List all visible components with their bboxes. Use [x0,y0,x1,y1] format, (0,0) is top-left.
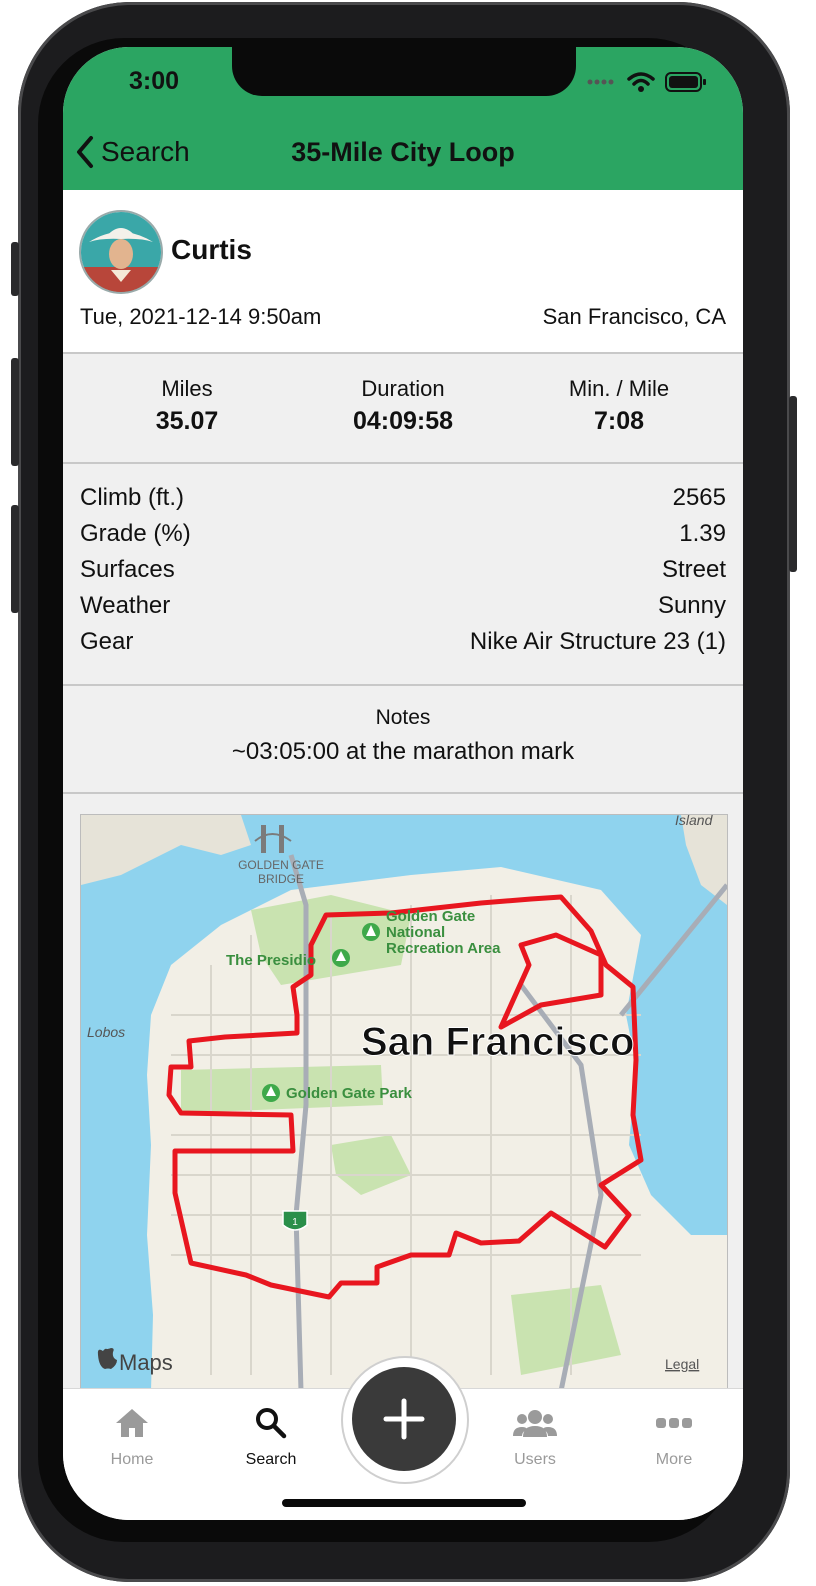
tab-label: More [655,1451,693,1468]
detail-label: Climb (ft.) [80,484,184,511]
highway-number: 1 [292,1217,298,1228]
tab-more[interactable]: More [619,1403,729,1469]
stat-value: 35.07 [155,407,219,435]
activity-header: Curtis Tue, 2021-12-14 9:50am San Franci… [63,190,743,354]
mute-switch [11,242,19,296]
volume-down-button [11,505,19,613]
detail-label: Gear [80,628,134,655]
wifi-icon [627,72,655,92]
map-label-presidio: The Presidio [226,952,316,969]
map-label-ggnra-1: Golden Gate [386,908,475,925]
plus-icon [383,1398,425,1440]
map-label-island: Island [675,815,714,828]
stat-label: Miles [161,376,213,401]
stat-pace: Min. / Mile 7:08 [519,376,719,436]
detail-row-grade: Grade (%) 1.39 [80,520,726,556]
activity-location: San Francisco, CA [542,304,726,329]
search-icon [256,1408,287,1439]
detail-label: Weather [80,592,171,619]
details-list: Climb (ft.) 2565 Grade (%) 1.39 Surfaces… [63,464,743,686]
signal-icon [587,79,614,85]
stat-value: 04:09:58 [352,407,454,435]
highway-1-shield-icon: 1 [282,1210,308,1231]
map-canvas: GOLDEN GATE BRIDGE The Presidio Golden G… [81,815,727,1391]
home-indicator [282,1499,526,1507]
map-label-ggnra-3: Recreation Area [386,940,501,957]
map-label-ggpark: Golden Gate Park [286,1085,413,1102]
bridge-label: GOLDEN GATE [238,858,324,872]
notes-section: Notes ~03:05:00 at the marathon mark [63,686,743,794]
tab-search[interactable]: Search [216,1403,326,1469]
detail-row-weather: Weather Sunny [80,592,726,628]
notes-label: Notes [375,706,431,729]
stat-label: Min. / Mile [568,376,670,401]
park-icon [332,949,350,967]
tab-label: Users [514,1451,556,1468]
tab-home[interactable]: Home [77,1403,187,1469]
stat-miles: Miles 35.07 [87,376,287,436]
map-city-label: San Francisco [361,1020,634,1064]
more-icon [656,1418,692,1428]
stat-value: 7:08 [593,407,645,435]
detail-row-surfaces: Surfaces Street [80,556,726,592]
detail-value: Sunny [657,592,726,619]
status-icons [587,71,707,93]
detail-value: 2565 [672,484,726,511]
detail-row-climb: Climb (ft.) 2565 [80,484,726,520]
bridge-label-2: BRIDGE [258,872,304,886]
map-label-lobos: Lobos [87,1024,125,1040]
detail-row-gear: Gear Nike Air Structure 23 (1) [80,628,726,664]
detail-value: 1.39 [679,520,726,547]
park-icon [262,1084,280,1102]
avatar-image [81,212,161,292]
notch [232,47,576,96]
home-icon [116,1409,148,1437]
battery-icon [665,72,706,92]
page-title: 35-Mile City Loop [291,137,515,167]
route-map[interactable]: GOLDEN GATE BRIDGE The Presidio Golden G… [80,814,728,1392]
detail-label: Grade (%) [80,520,191,547]
notes-text: ~03:05:00 at the marathon mark [231,738,575,765]
add-activity-button[interactable] [352,1367,456,1471]
stat-duration: Duration 04:09:58 [303,376,503,436]
tab-label: Home [110,1451,154,1468]
attribution-text: Maps [119,1350,173,1375]
screen: 3:00 Search 35-Mile City Loop Curtis Tue… [63,47,743,1520]
detail-label: Surfaces [80,556,175,583]
map-legal-link[interactable]: Legal [665,1356,699,1372]
summary-stats: Miles 35.07 Duration 04:09:58 Min. / Mil… [63,354,743,464]
volume-up-button [11,358,19,466]
power-button [789,396,797,572]
stat-label: Duration [361,376,445,401]
nav-header: 3:00 Search 35-Mile City Loop [63,47,743,190]
detail-value: Street [661,556,726,583]
tree-icon [362,923,380,941]
map-label-ggnra-2: National [386,924,445,941]
users-icon [513,1410,557,1437]
avatar[interactable] [79,210,163,294]
user-name[interactable]: Curtis [171,234,252,266]
status-time: 3:00 [129,67,180,95]
activity-datetime: Tue, 2021-12-14 9:50am [80,304,322,329]
tab-users[interactable]: Users [480,1403,590,1469]
map-section: GOLDEN GATE BRIDGE The Presidio Golden G… [63,794,743,1392]
detail-value: Nike Air Structure 23 (1) [469,628,726,655]
tab-label: Search [245,1451,297,1468]
